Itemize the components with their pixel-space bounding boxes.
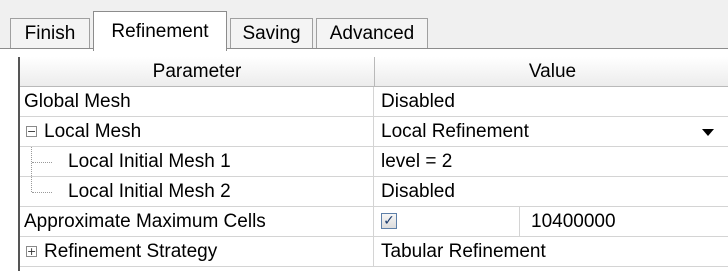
grid-row-local-mesh[interactable]: − Local Mesh Local Refinement (20, 117, 728, 147)
parameter-cell: Approximate Maximum Cells (20, 207, 374, 236)
value-cell[interactable]: level = 2 (375, 147, 728, 176)
tab-label: Saving (242, 22, 301, 44)
checkbox-checked-icon[interactable]: ✓ (381, 213, 397, 229)
tab-finish[interactable]: Finish (10, 18, 90, 48)
grid-row-approximate-maximum-cells[interactable]: Approximate Maximum Cells ✓ 10400000 (20, 207, 728, 237)
tab-refinement[interactable]: Refinement (93, 11, 227, 51)
tree-connector (32, 162, 52, 163)
max-cells-input[interactable]: 10400000 (531, 211, 616, 233)
parameter-cell: Local Initial Mesh 2 (20, 177, 374, 206)
value-cell[interactable]: Disabled (375, 87, 728, 116)
tree-connector (32, 192, 52, 193)
tab-advanced[interactable]: Advanced (316, 18, 428, 48)
tab-label: Advanced (329, 22, 415, 44)
tab-label: Finish (24, 22, 76, 44)
value-text: Disabled (381, 90, 455, 112)
plus-box-icon[interactable]: + (26, 246, 37, 257)
column-header-value[interactable]: Value (375, 57, 728, 87)
value-text: level = 2 (381, 150, 453, 172)
grid-row-local-initial-mesh-1[interactable]: Local Initial Mesh 1 level = 2 (20, 147, 728, 177)
chevron-down-icon[interactable] (702, 129, 714, 136)
parameter-cell: − Local Mesh (20, 117, 374, 146)
grid-row-global-mesh[interactable]: Global Mesh Disabled (20, 87, 728, 117)
parameter-cell: + Refinement Strategy (20, 237, 374, 266)
parameter-label: Local Mesh (44, 120, 142, 142)
parameter-label: Refinement Strategy (44, 240, 218, 262)
header-label: Value (528, 60, 577, 82)
value-text: Local Refinement (381, 120, 529, 142)
tab-label: Refinement (111, 20, 209, 42)
parameter-cell: Local Initial Mesh 1 (20, 147, 374, 176)
parameter-label: Local Initial Mesh 1 (68, 150, 231, 172)
tab-strip: Finish Refinement Saving Advanced (0, 0, 728, 51)
tab-saving[interactable]: Saving (230, 18, 313, 48)
value-text: Disabled (381, 180, 455, 202)
grid-row-refinement-strategy[interactable]: + Refinement Strategy Tabular Refinement (20, 237, 728, 267)
parameter-cell: Global Mesh (20, 87, 374, 116)
minus-box-icon[interactable]: − (26, 126, 37, 137)
parameter-label: Local Initial Mesh 2 (68, 180, 231, 202)
value-dropdown[interactable]: Local Refinement (375, 117, 728, 146)
cell-divider (519, 207, 520, 236)
parameter-label: Global Mesh (24, 90, 131, 112)
value-text: Tabular Refinement (381, 240, 546, 262)
value-cell[interactable]: Disabled (375, 177, 728, 206)
column-header-parameter[interactable]: Parameter (20, 57, 375, 87)
parameter-label: Approximate Maximum Cells (24, 210, 266, 232)
value-cell: ✓ 10400000 (375, 207, 728, 236)
value-cell[interactable]: Tabular Refinement (375, 237, 728, 266)
header-label: Parameter (152, 60, 242, 82)
tree-connector (31, 177, 32, 192)
property-grid: Parameter Value Global Mesh Disabled − L… (18, 57, 728, 271)
grid-row-local-initial-mesh-2[interactable]: Local Initial Mesh 2 Disabled (20, 177, 728, 207)
